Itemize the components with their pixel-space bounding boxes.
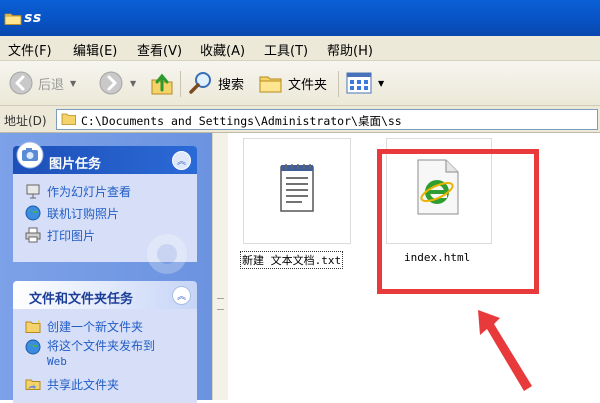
new-folder-icon	[25, 319, 41, 333]
folder-icon	[61, 113, 76, 125]
scroll-grip[interactable]	[217, 298, 224, 310]
printer-icon	[25, 227, 41, 243]
address-bar: 地址(D) C:\Documents and Settings\Administ…	[0, 106, 600, 133]
task-slideshow[interactable]: 作为幻灯片查看	[13, 180, 197, 202]
task-pane: 图片任务 ︽ 作为幻灯片查看 联机订购照片 打印图片 文件和文件夹任务 ︽ 创建…	[0, 133, 212, 403]
file-name[interactable]: 新建 文本文档.txt	[240, 251, 344, 269]
menu-edit[interactable]: 编辑(E)	[73, 40, 117, 59]
search-button[interactable]: 搜索	[188, 69, 244, 97]
notepad-icon	[280, 164, 314, 212]
task-publish-web[interactable]: 将这个文件夹发布到 Web	[13, 337, 197, 373]
picture-tasks-panel: 图片任务 ︽ 作为幻灯片查看 联机订购照片 打印图片	[13, 141, 197, 274]
title-bar[interactable]: ss	[0, 0, 600, 36]
views-button[interactable]: ▼	[346, 69, 384, 97]
file-thumbnail[interactable]	[243, 138, 351, 244]
task-label: 创建一个新文件夹	[47, 319, 144, 334]
folder-icon	[4, 13, 22, 25]
back-button[interactable]: 后退 ▼	[8, 69, 76, 97]
menu-tools[interactable]: 工具(T)	[264, 40, 308, 59]
highlight-box	[377, 149, 539, 294]
forward-arrow-icon	[99, 71, 123, 95]
picture-tasks-title: 图片任务	[49, 157, 102, 172]
toolbar-separator	[180, 71, 181, 97]
window-title: ss	[24, 10, 42, 26]
collapse-chevron-icon[interactable]: ︽	[172, 151, 191, 170]
picture-tasks-body: 作为幻灯片查看 联机订购照片 打印图片	[13, 174, 197, 274]
views-icon	[346, 72, 372, 94]
folders-label: 文件夹	[288, 77, 328, 93]
slideshow-icon	[26, 184, 40, 199]
menu-file[interactable]: 文件(F)	[8, 40, 52, 59]
toolbar: 后退 ▼ ▼ 搜索 文件夹 ▼	[0, 61, 600, 106]
shared-folder-icon	[25, 379, 41, 390]
toolbar-separator	[338, 71, 339, 97]
back-label: 后退	[38, 77, 65, 93]
address-label: 地址(D)	[4, 114, 47, 128]
menu-view[interactable]: 查看(V)	[137, 40, 182, 59]
camera-icon	[16, 141, 44, 169]
task-label: 将这个文件夹发布到	[47, 339, 156, 353]
task-label: 打印图片	[47, 228, 96, 243]
menu-favorites[interactable]: 收藏(A)	[200, 40, 245, 59]
red-arrow-icon	[478, 310, 532, 391]
task-label: 联机订购照片	[47, 206, 120, 221]
folders-button[interactable]: 文件夹	[258, 69, 327, 97]
up-folder-icon	[151, 73, 173, 95]
task-label-line2: Web	[47, 355, 67, 368]
menu-bar: 文件(F) 编辑(E) 查看(V) 收藏(A) 工具(T) 帮助(H)	[0, 36, 600, 61]
task-label: 共享此文件夹	[47, 377, 120, 392]
task-new-folder[interactable]: 创建一个新文件夹	[13, 315, 197, 337]
folders-icon	[259, 76, 282, 93]
task-order-prints[interactable]: 联机订购照片	[13, 202, 197, 224]
task-label: 作为幻灯片查看	[47, 184, 132, 199]
file-folder-tasks-body: 创建一个新文件夹 将这个文件夹发布到 Web 共享此文件夹	[13, 309, 197, 403]
up-folder-button[interactable]	[150, 69, 174, 97]
menu-help[interactable]: 帮助(H)	[327, 40, 373, 59]
back-arrow-icon	[9, 71, 33, 95]
address-input[interactable]: C:\Documents and Settings\Administrator\…	[56, 109, 598, 130]
address-path: C:\Documents and Settings\Administrator\…	[81, 114, 402, 128]
collapse-chevron-icon[interactable]: ︽	[172, 286, 191, 305]
file-folder-tasks-header[interactable]: 文件和文件夹任务 ︽	[13, 281, 197, 309]
task-share-folder[interactable]: 共享此文件夹	[13, 373, 197, 395]
task-print-pictures[interactable]: 打印图片	[13, 224, 197, 246]
forward-button[interactable]: ▼	[98, 69, 136, 97]
forward-dropdown-icon[interactable]: ▼	[130, 79, 136, 88]
file-folder-tasks-panel: 文件和文件夹任务 ︽ 创建一个新文件夹 将这个文件夹发布到 Web 共享此文件夹	[13, 281, 197, 403]
task-pane-scrollbar[interactable]	[212, 133, 229, 400]
file-folder-tasks-title: 文件和文件夹任务	[29, 292, 134, 307]
picture-tasks-header[interactable]: 图片任务 ︽	[13, 141, 197, 174]
search-label: 搜索	[218, 77, 245, 93]
search-icon	[189, 72, 211, 94]
globe-icon	[25, 205, 41, 221]
globe-icon	[25, 339, 41, 355]
back-dropdown-icon[interactable]: ▼	[70, 79, 76, 88]
views-dropdown-icon[interactable]: ▼	[378, 79, 384, 88]
